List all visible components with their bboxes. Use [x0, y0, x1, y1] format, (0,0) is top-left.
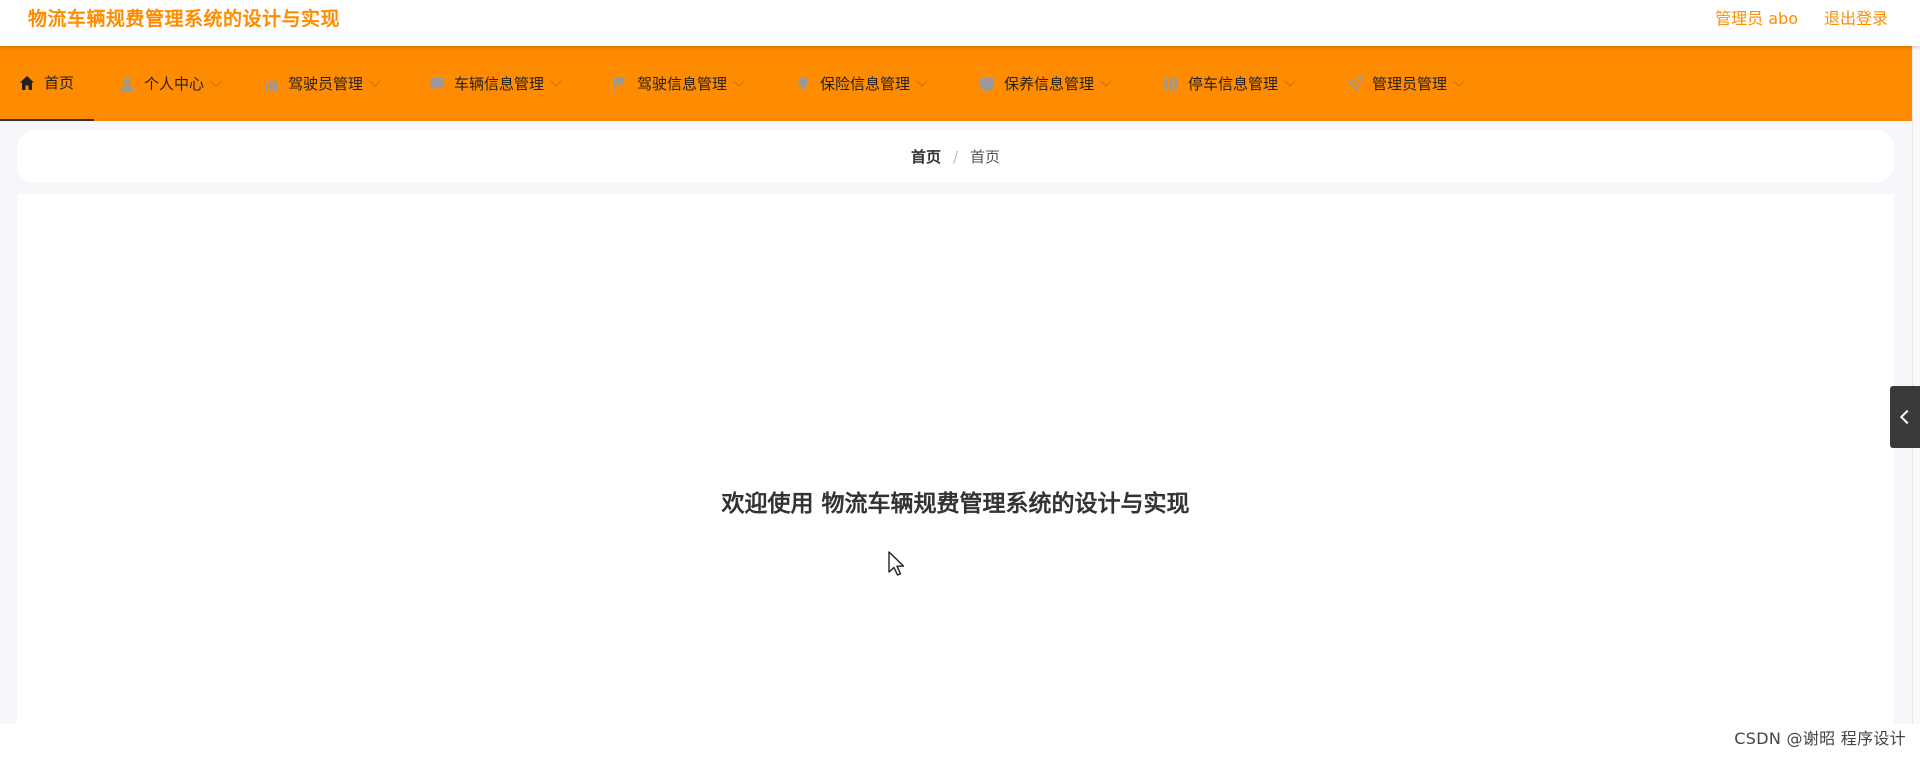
chat-icon — [428, 75, 446, 93]
main-content: 欢迎使用 物流车辆规费管理系统的设计与实现 — [17, 194, 1894, 724]
breadcrumb-current: 首页 — [970, 148, 1001, 166]
nav-label: 车辆信息管理 — [454, 75, 545, 93]
watermark-text: CSDN @谢昭 程序设计 — [1734, 729, 1906, 748]
nav-item-admin-management[interactable]: 管理员管理 — [1328, 46, 1488, 121]
breadcrumb-separator: / — [952, 147, 959, 166]
mouse-cursor-icon — [887, 550, 907, 582]
bar-chart-icon — [262, 75, 280, 93]
chevron-left-icon — [1899, 409, 1915, 425]
chevron-down-icon — [210, 75, 222, 87]
nav-label: 首页 — [43, 74, 74, 92]
nav-item-insurance-info[interactable]: 保险信息管理 — [776, 46, 960, 121]
breadcrumb: 首页 / 首页 — [17, 130, 1894, 183]
chevron-down-icon — [1284, 75, 1296, 87]
shield-icon — [978, 75, 996, 93]
nav-label: 驾驶员管理 — [288, 75, 364, 93]
header-actions: 管理员 abo 退出登录 — [1715, 5, 1888, 29]
vertical-scrollbar[interactable] — [1912, 46, 1920, 724]
nav-label: 保养信息管理 — [1004, 75, 1095, 93]
lightbulb-icon — [794, 75, 812, 93]
nav-label: 个人中心 — [144, 75, 205, 93]
nav-label: 停车信息管理 — [1188, 75, 1279, 93]
top-header: 物流车辆规费管理系统的设计与实现 管理员 abo 退出登录 — [0, 0, 1920, 46]
nav-item-driver-management[interactable]: 驾驶员管理 — [244, 46, 410, 121]
nav-item-vehicle-info[interactable]: 车辆信息管理 — [410, 46, 593, 121]
nav-label: 保险信息管理 — [820, 75, 911, 93]
chevron-down-icon — [369, 75, 381, 87]
main-nav: 首页 个人中心 驾驶员管理 车辆信息管理 驾驶信息管理 保险信息管理 保养信息管… — [0, 46, 1912, 121]
breadcrumb-home-link[interactable]: 首页 — [911, 146, 941, 167]
nav-item-driving-info[interactable]: 驾驶信息管理 — [593, 46, 776, 121]
home-icon — [18, 74, 36, 92]
grid-icon — [1162, 75, 1180, 93]
chevron-down-icon — [1100, 75, 1112, 87]
chevron-down-icon — [550, 75, 562, 87]
send-icon — [1346, 75, 1364, 93]
chevron-down-icon — [916, 75, 928, 87]
nav-label: 管理员管理 — [1372, 75, 1448, 93]
bottom-bar: CSDN @谢昭 程序设计 — [0, 724, 1920, 757]
flag-icon — [611, 75, 629, 93]
chevron-down-icon — [733, 75, 745, 87]
nav-item-parking-info[interactable]: 停车信息管理 — [1144, 46, 1328, 121]
admin-user-link[interactable]: 管理员 abo — [1715, 5, 1798, 29]
page: 物流车辆规费管理系统的设计与实现 管理员 abo 退出登录 首页 个人中心 驾驶… — [0, 0, 1920, 757]
nav-item-personal-center[interactable]: 个人中心 — [94, 46, 244, 121]
nav-item-home[interactable]: 首页 — [0, 46, 94, 121]
nav-label: 驾驶信息管理 — [637, 75, 728, 93]
welcome-message: 欢迎使用 物流车辆规费管理系统的设计与实现 — [721, 491, 1190, 517]
chevron-down-icon — [1453, 75, 1465, 87]
nav-item-maintenance-info[interactable]: 保养信息管理 — [960, 46, 1144, 121]
side-panel-toggle-button[interactable] — [1890, 386, 1920, 448]
user-icon — [118, 75, 136, 93]
logout-link[interactable]: 退出登录 — [1824, 5, 1888, 29]
app-title: 物流车辆规费管理系统的设计与实现 — [28, 8, 341, 30]
